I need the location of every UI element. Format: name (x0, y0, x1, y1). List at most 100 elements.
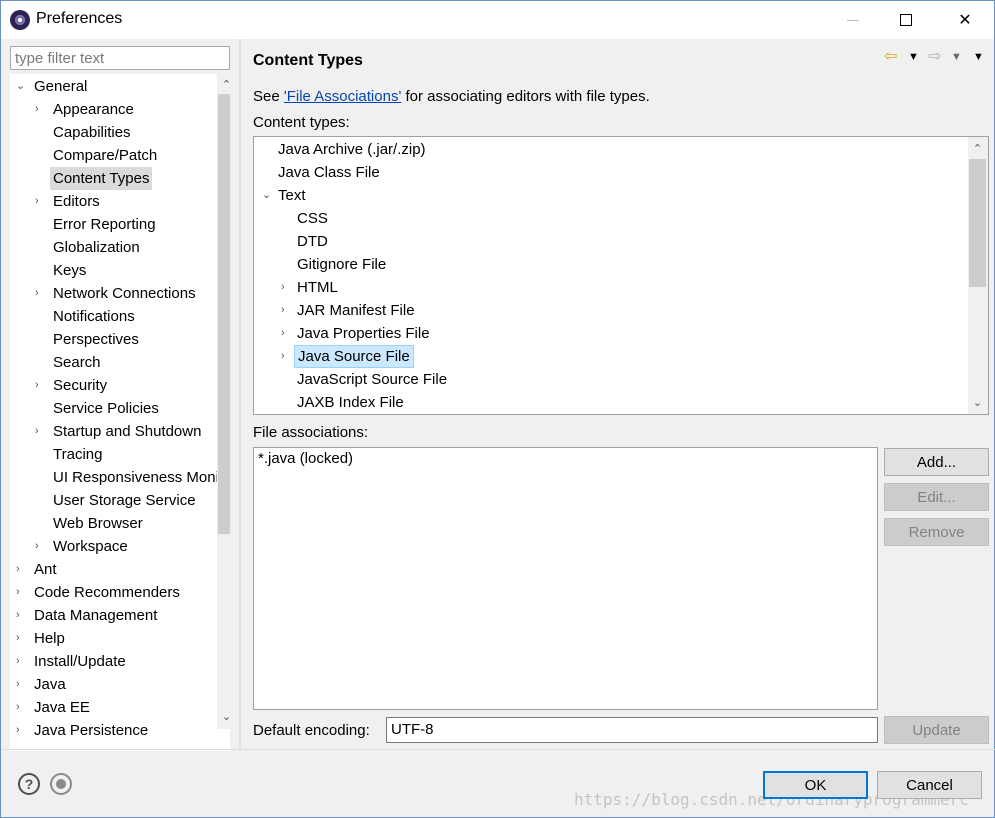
content-type-item[interactable]: DTD (254, 230, 966, 253)
file-associations-list: *.java (locked) (253, 447, 878, 710)
tree-item[interactable]: Keys (10, 259, 217, 282)
content-type-item[interactable]: JAXB Index File (254, 391, 966, 414)
tree-item[interactable]: › Security (10, 374, 217, 397)
tree-item-label: Network Connections (53, 285, 196, 302)
tree-item[interactable]: Service Policies (10, 397, 217, 420)
back-arrow-icon[interactable]: ⇦ (884, 47, 897, 67)
tree-item[interactable]: › Data Management (10, 604, 217, 627)
remove-button[interactable]: Remove (884, 518, 989, 546)
tree-item[interactable]: Web Browser (10, 512, 217, 535)
tree-item[interactable]: › Startup and Shutdown (10, 420, 217, 443)
chevron-right-icon[interactable]: › (281, 345, 291, 368)
chevron-right-icon[interactable]: › (16, 650, 26, 673)
maximize-button[interactable] (877, 1, 935, 39)
tree-item[interactable]: Notifications (10, 305, 217, 328)
default-encoding-field[interactable]: UTF-8 (386, 717, 878, 743)
tree-item[interactable]: › Java EE (10, 696, 217, 719)
chevron-right-icon[interactable]: › (16, 627, 26, 650)
content-type-item[interactable]: CSS (254, 207, 966, 230)
content-type-item[interactable]: › HTML (254, 276, 966, 299)
tree-item[interactable]: › Ant (10, 558, 217, 581)
tree-item[interactable]: User Storage Service (10, 489, 217, 512)
tree-item[interactable]: Perspectives (10, 328, 217, 351)
tree-item-label: Service Policies (53, 400, 159, 417)
close-button[interactable]: ✕ (936, 1, 994, 39)
ok-button[interactable]: OK (763, 771, 868, 799)
content-type-item[interactable]: ⌄ Text (254, 184, 966, 207)
chevron-right-icon[interactable]: › (35, 98, 45, 121)
tree-item-label: Tracing (53, 446, 103, 463)
chevron-right-icon[interactable]: › (35, 420, 45, 443)
tree-item[interactable]: Search (10, 351, 217, 374)
back-menu-chevron-down-icon[interactable]: ▼ (908, 47, 919, 67)
filter-input[interactable] (10, 46, 230, 70)
content-type-item[interactable]: JavaScript Source File (254, 368, 966, 391)
content-type-item[interactable]: › Java Source File (254, 345, 966, 368)
page-title: Content Types (253, 52, 363, 69)
tree-item[interactable]: › Java (10, 673, 217, 696)
chevron-right-icon[interactable]: › (281, 322, 291, 345)
scroll-down-icon[interactable]: ⌄ (969, 394, 986, 411)
chevron-right-icon[interactable]: › (281, 276, 291, 299)
edit-button[interactable]: Edit... (884, 483, 989, 511)
content-types-scroll-thumb[interactable] (969, 159, 986, 287)
tree-item[interactable]: ⌄ General (10, 75, 217, 98)
chevron-right-icon[interactable]: › (16, 696, 26, 719)
tree-item[interactable]: › Install/Update (10, 650, 217, 673)
update-button[interactable]: Update (884, 716, 989, 744)
view-menu-icon[interactable]: ▼ (973, 47, 984, 67)
tree-item[interactable]: Globalization (10, 236, 217, 259)
file-associations-link[interactable]: 'File Associations' (284, 88, 401, 105)
chevron-right-icon[interactable]: › (35, 535, 45, 558)
tree-item-label: Java EE (34, 699, 90, 716)
tree-item[interactable]: › Code Recommenders (10, 581, 217, 604)
chevron-down-icon[interactable]: ⌄ (16, 75, 26, 98)
content-type-item[interactable]: Java Archive (.jar/.zip) (254, 138, 966, 161)
tree-item[interactable]: Content Types (10, 167, 217, 190)
content-type-label: Gitignore File (297, 256, 387, 273)
forward-arrow-icon[interactable]: ⇨ (928, 47, 941, 67)
tree-item[interactable]: Error Reporting (10, 213, 217, 236)
list-item[interactable]: *.java (locked) (258, 450, 353, 467)
content-type-item[interactable]: Java Class File (254, 161, 966, 184)
record-macro-icon[interactable] (50, 773, 72, 795)
help-icon[interactable]: ? (18, 773, 40, 795)
tree-item[interactable]: Tracing (10, 443, 217, 466)
content-type-item[interactable]: › JAR Manifest File (254, 299, 966, 322)
chevron-right-icon[interactable]: › (35, 374, 45, 397)
minimize-button[interactable] (824, 1, 882, 39)
scroll-down-icon[interactable]: ⌄ (218, 708, 230, 725)
forward-menu-chevron-down-icon[interactable]: ▼ (951, 47, 962, 67)
tree-item-label: General (34, 78, 88, 95)
tree-item[interactable]: UI Responsiveness Monitoring (10, 466, 230, 489)
pane-divider[interactable] (239, 39, 241, 749)
chevron-right-icon[interactable]: › (16, 581, 26, 604)
tree-item[interactable]: Capabilities (10, 121, 217, 144)
add-button[interactable]: Add... (884, 448, 989, 476)
content-type-label: JAR Manifest File (297, 302, 415, 319)
chevron-right-icon[interactable]: › (16, 719, 26, 742)
content-type-item[interactable]: › Java Properties File (254, 322, 966, 345)
chevron-right-icon[interactable]: › (16, 673, 26, 696)
tree-vertical-scroll-thumb[interactable] (218, 94, 230, 534)
chevron-right-icon[interactable]: › (35, 282, 45, 305)
tree-item-label: Search (53, 354, 101, 371)
tree-item[interactable]: › Editors (10, 190, 217, 213)
tree-item[interactable]: › Appearance (10, 98, 217, 121)
tree-item-label: Globalization (53, 239, 140, 256)
chevron-down-icon[interactable]: ⌄ (262, 184, 272, 207)
scroll-up-icon[interactable]: ⌃ (969, 140, 986, 157)
tree-item[interactable]: › Network Connections (10, 282, 217, 305)
chevron-right-icon[interactable]: › (35, 190, 45, 213)
chevron-right-icon[interactable]: › (16, 604, 26, 627)
eclipse-app-icon (10, 10, 30, 30)
tree-item[interactable]: › Java Persistence (10, 719, 217, 742)
cancel-button[interactable]: Cancel (877, 771, 982, 799)
content-type-item[interactable]: Gitignore File (254, 253, 966, 276)
scroll-up-icon[interactable]: ⌃ (218, 76, 230, 93)
tree-item[interactable]: › Help (10, 627, 217, 650)
chevron-right-icon[interactable]: › (16, 558, 26, 581)
tree-item[interactable]: › Workspace (10, 535, 217, 558)
chevron-right-icon[interactable]: › (281, 299, 291, 322)
tree-item[interactable]: Compare/Patch (10, 144, 217, 167)
